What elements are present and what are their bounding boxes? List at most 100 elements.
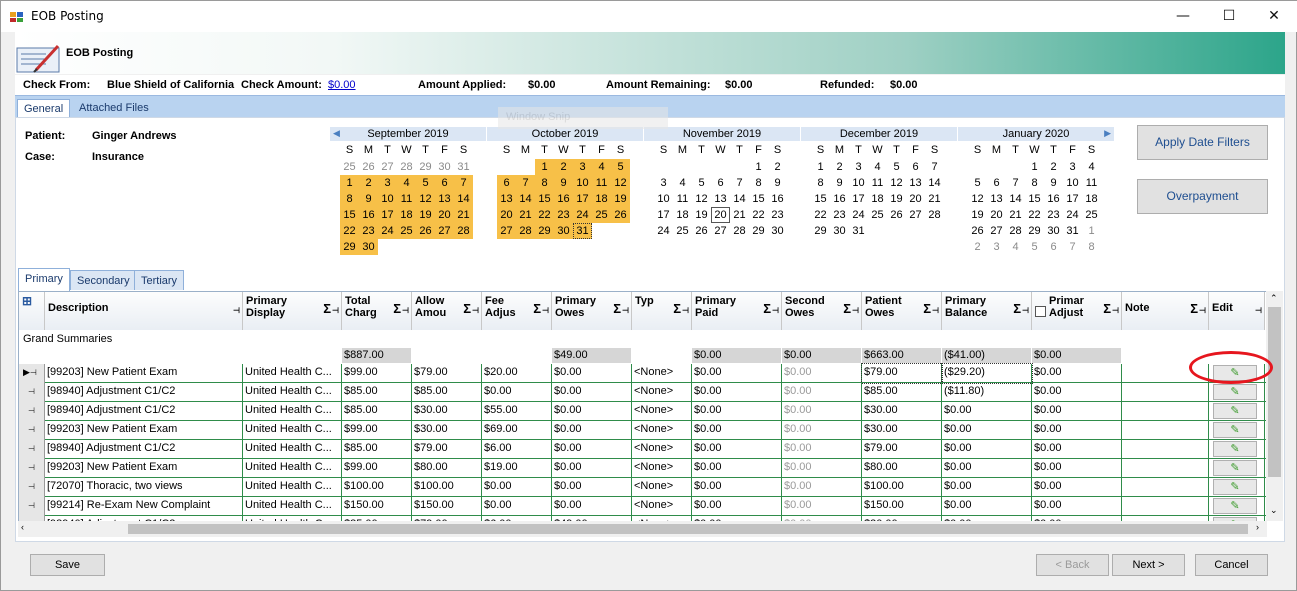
calendar-day[interactable]: 12 xyxy=(611,175,630,191)
calendar-day[interactable]: 5 xyxy=(887,159,906,175)
calendar-day[interactable]: 18 xyxy=(592,191,611,207)
calendar-day[interactable]: 28 xyxy=(925,207,944,223)
table-cell[interactable]: $79.00 xyxy=(861,363,943,384)
calendar-day[interactable]: 23 xyxy=(359,223,378,239)
table-cell[interactable] xyxy=(1122,421,1209,440)
table-cell[interactable]: $0.00 xyxy=(692,383,782,402)
table-cell[interactable]: [99203] New Patient Exam xyxy=(45,421,243,440)
calendar-day[interactable]: 16 xyxy=(359,207,378,223)
sum-icon[interactable]: Σ xyxy=(533,302,541,315)
calendar-day[interactable]: 10 xyxy=(849,175,868,191)
table-cell[interactable]: $150.00 xyxy=(342,497,412,516)
calendar-day[interactable]: 7 xyxy=(925,159,944,175)
calendar-day[interactable]: 8 xyxy=(535,175,554,191)
calendar-day[interactable]: 13 xyxy=(906,175,925,191)
table-cell[interactable]: $0.00 xyxy=(482,497,552,516)
calendar-day[interactable]: 26 xyxy=(692,223,711,239)
table-row[interactable]: ⊣[98940] Adjustment C1/C2United Health C… xyxy=(19,402,1266,421)
table-cell[interactable]: $0.00 xyxy=(552,402,632,421)
calendar-day[interactable]: 11 xyxy=(1082,175,1101,191)
table-cell[interactable]: $0.00 xyxy=(1032,402,1122,421)
table-cell[interactable]: $0.00 xyxy=(692,497,782,516)
calendar-day[interactable]: 15 xyxy=(535,191,554,207)
table-cell[interactable]: $0.00 xyxy=(782,497,862,516)
calendar-day[interactable]: 29 xyxy=(340,239,359,255)
edit-pencil-icon[interactable]: ✎ xyxy=(1213,460,1257,476)
calendar-day[interactable]: 12 xyxy=(968,191,987,207)
table-cell[interactable]: $0.00 xyxy=(692,421,782,440)
calendar-day[interactable]: 9 xyxy=(830,175,849,191)
column-header[interactable]: Second Owes Σ ⊣ xyxy=(782,292,862,330)
table-cell[interactable]: $0.00 xyxy=(552,497,632,516)
sum-icon[interactable]: Σ xyxy=(923,302,931,315)
calendar-day[interactable]: 21 xyxy=(730,207,749,223)
table-cell[interactable]: $85.00 xyxy=(412,383,482,402)
pin-column-icon[interactable]: ⊣ xyxy=(772,305,779,317)
calendar-day[interactable]: 16 xyxy=(830,191,849,207)
table-cell[interactable]: $85.00 xyxy=(342,383,412,402)
edit-pencil-icon[interactable]: ✎ xyxy=(1213,403,1257,419)
calendar-day[interactable]: 3 xyxy=(849,159,868,175)
table-cell[interactable]: $0.00 xyxy=(782,459,862,478)
table-cell[interactable]: $0.00 xyxy=(552,440,632,459)
calendar-day[interactable]: 5 xyxy=(611,159,630,175)
table-cell[interactable]: $150.00 xyxy=(412,497,482,516)
next-month-arrow-icon[interactable]: ▶ xyxy=(1104,128,1111,139)
calendar-day[interactable]: 5 xyxy=(416,175,435,191)
calendar-day[interactable]: 1 xyxy=(535,159,554,175)
table-cell[interactable]: $79.00 xyxy=(412,440,482,459)
row-selector[interactable]: ▶⊣ xyxy=(19,364,45,383)
calendar-day[interactable]: 11 xyxy=(592,175,611,191)
table-cell[interactable]: $30.00 xyxy=(862,402,942,421)
calendar-day[interactable]: 30 xyxy=(768,223,787,239)
column-header[interactable]: Primary Display Σ ⊣ xyxy=(243,292,342,330)
calendar-day[interactable]: 14 xyxy=(516,191,535,207)
calendar-day[interactable]: 26 xyxy=(887,207,906,223)
calendar-day[interactable]: 19 xyxy=(692,207,711,223)
calendar-day[interactable]: 9 xyxy=(554,175,573,191)
tab-general[interactable]: General xyxy=(17,99,71,118)
calendar-day[interactable]: 4 xyxy=(1082,159,1101,175)
edit-pencil-icon[interactable]: ✎ xyxy=(1213,479,1257,495)
calendar-day[interactable]: 4 xyxy=(673,175,692,191)
column-header[interactable]: Allow Amou Σ ⊣ xyxy=(412,292,482,330)
sum-icon[interactable]: Σ xyxy=(463,302,471,315)
calendar-day[interactable]: 21 xyxy=(925,191,944,207)
calendar-day[interactable]: 16 xyxy=(1044,191,1063,207)
calendar-day[interactable]: 29 xyxy=(749,223,768,239)
table-cell[interactable]: $99.00 xyxy=(342,421,412,440)
calendar-day[interactable]: 11 xyxy=(397,191,416,207)
table-cell[interactable]: [99214] Re-Exam New Complaint xyxy=(45,497,243,516)
table-cell[interactable]: United Health C... xyxy=(243,364,342,383)
calendar-day[interactable]: 6 xyxy=(987,175,1006,191)
table-cell[interactable]: $0.00 xyxy=(1032,497,1122,516)
calendar-day[interactable]: 3 xyxy=(1063,159,1082,175)
calendar-day[interactable]: 17 xyxy=(573,191,592,207)
calendar-day[interactable]: 19 xyxy=(611,191,630,207)
row-selector[interactable]: ⊣ xyxy=(19,478,45,497)
vertical-scrollbar[interactable]: ⌃ ⌄ xyxy=(1266,291,1283,521)
scroll-right-icon[interactable]: › xyxy=(1256,522,1259,532)
calendar-day[interactable]: 23 xyxy=(554,207,573,223)
table-cell[interactable]: United Health C... xyxy=(243,497,342,516)
table-cell[interactable]: $85.00 xyxy=(862,383,942,402)
calendar-day[interactable]: 9 xyxy=(1044,175,1063,191)
table-cell[interactable]: $79.00 xyxy=(412,364,482,383)
calendar-day[interactable]: 14 xyxy=(925,175,944,191)
calendar-day[interactable]: 26 xyxy=(359,159,378,175)
calendar-day[interactable]: 13 xyxy=(987,191,1006,207)
table-cell[interactable] xyxy=(1122,402,1209,421)
row-selector[interactable]: ⊣ xyxy=(19,440,45,459)
table-cell[interactable]: $0.00 xyxy=(1032,383,1122,402)
calendar-day[interactable]: 1 xyxy=(1082,223,1101,239)
calendar-day[interactable]: 8 xyxy=(1025,175,1044,191)
calendar-day[interactable]: 2 xyxy=(1044,159,1063,175)
calendar-day[interactable]: 2 xyxy=(554,159,573,175)
calendar-day[interactable]: 3 xyxy=(987,239,1006,255)
calendar-day[interactable]: 4 xyxy=(868,159,887,175)
calendar-day[interactable]: 2 xyxy=(359,175,378,191)
table-row[interactable]: ⊣[98940] Adjustment C1/C2United Health C… xyxy=(19,383,1266,402)
sum-icon[interactable]: Σ xyxy=(613,302,621,315)
calendar-day[interactable]: 6 xyxy=(497,175,516,191)
table-cell[interactable]: $0.00 xyxy=(692,459,782,478)
